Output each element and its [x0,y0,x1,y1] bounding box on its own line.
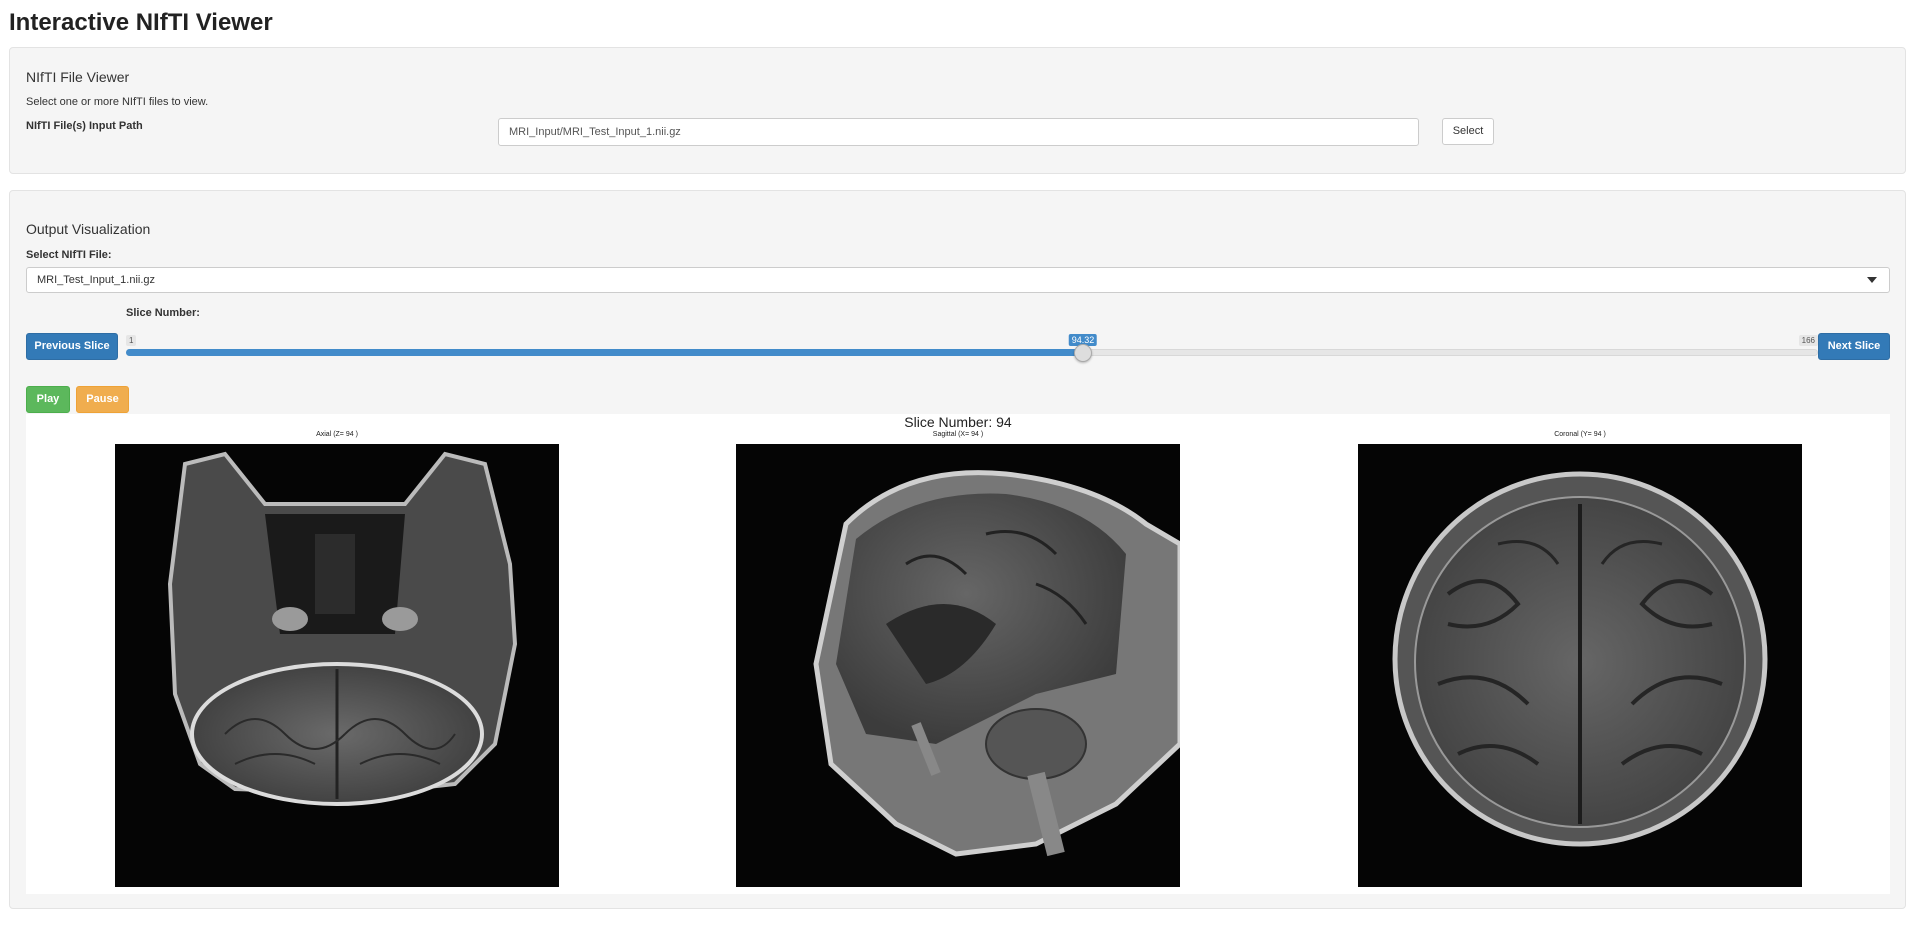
next-slice-button[interactable]: Next Slice [1818,333,1890,360]
previous-slice-button[interactable]: Previous Slice [26,333,118,360]
chevron-down-icon [1867,277,1877,283]
slider-handle[interactable] [1073,344,1092,362]
sagittal-view-title: Sagittal (X= 94 ) [932,431,984,438]
input-path-field[interactable]: MRI_Input/MRI_Test_Input_1.nii.gz [498,118,1419,146]
sagittal-mri-image [736,444,1180,887]
input-panel: NIfTI File Viewer Select one or more NIf… [9,47,1906,174]
output-panel: Output Visualization Select NIfTI File: … [9,190,1906,909]
output-panel-title: Output Visualization [26,221,151,237]
input-help-text: Select one or more NIfTI files to view. [26,96,209,108]
axial-mri-image [115,444,559,887]
slice-number-label: Slice Number: [126,307,200,319]
slice-visualization: Slice Number: 94 Axial (Z= 94 ) Sagittal… [26,414,1890,894]
input-path-label: NIfTI File(s) Input Path [26,120,143,132]
pause-button[interactable]: Pause [76,386,129,413]
slider-fill [126,349,1083,356]
coronal-mri-image [1358,444,1802,887]
axial-view-title: Axial (Z= 94 ) [316,431,358,438]
file-select-dropdown[interactable]: MRI_Test_Input_1.nii.gz [26,267,1890,293]
file-select-value: MRI_Test_Input_1.nii.gz [37,274,156,286]
file-select-label: Select NIfTI File: [26,249,112,261]
visualization-title: Slice Number: 94 [904,414,1012,430]
select-files-button[interactable]: Select [1442,118,1494,145]
coronal-view-title: Coronal (Y= 94 ) [1554,431,1606,438]
play-button[interactable]: Play [26,386,70,413]
input-panel-title: NIfTI File Viewer [26,69,130,85]
slice-slider[interactable]: 1 166 94.32 [126,325,1818,365]
slider-max-label: 166 [1798,335,1818,346]
slider-min-label: 1 [126,335,137,346]
app-title: Interactive NIfTI Viewer [9,9,273,36]
